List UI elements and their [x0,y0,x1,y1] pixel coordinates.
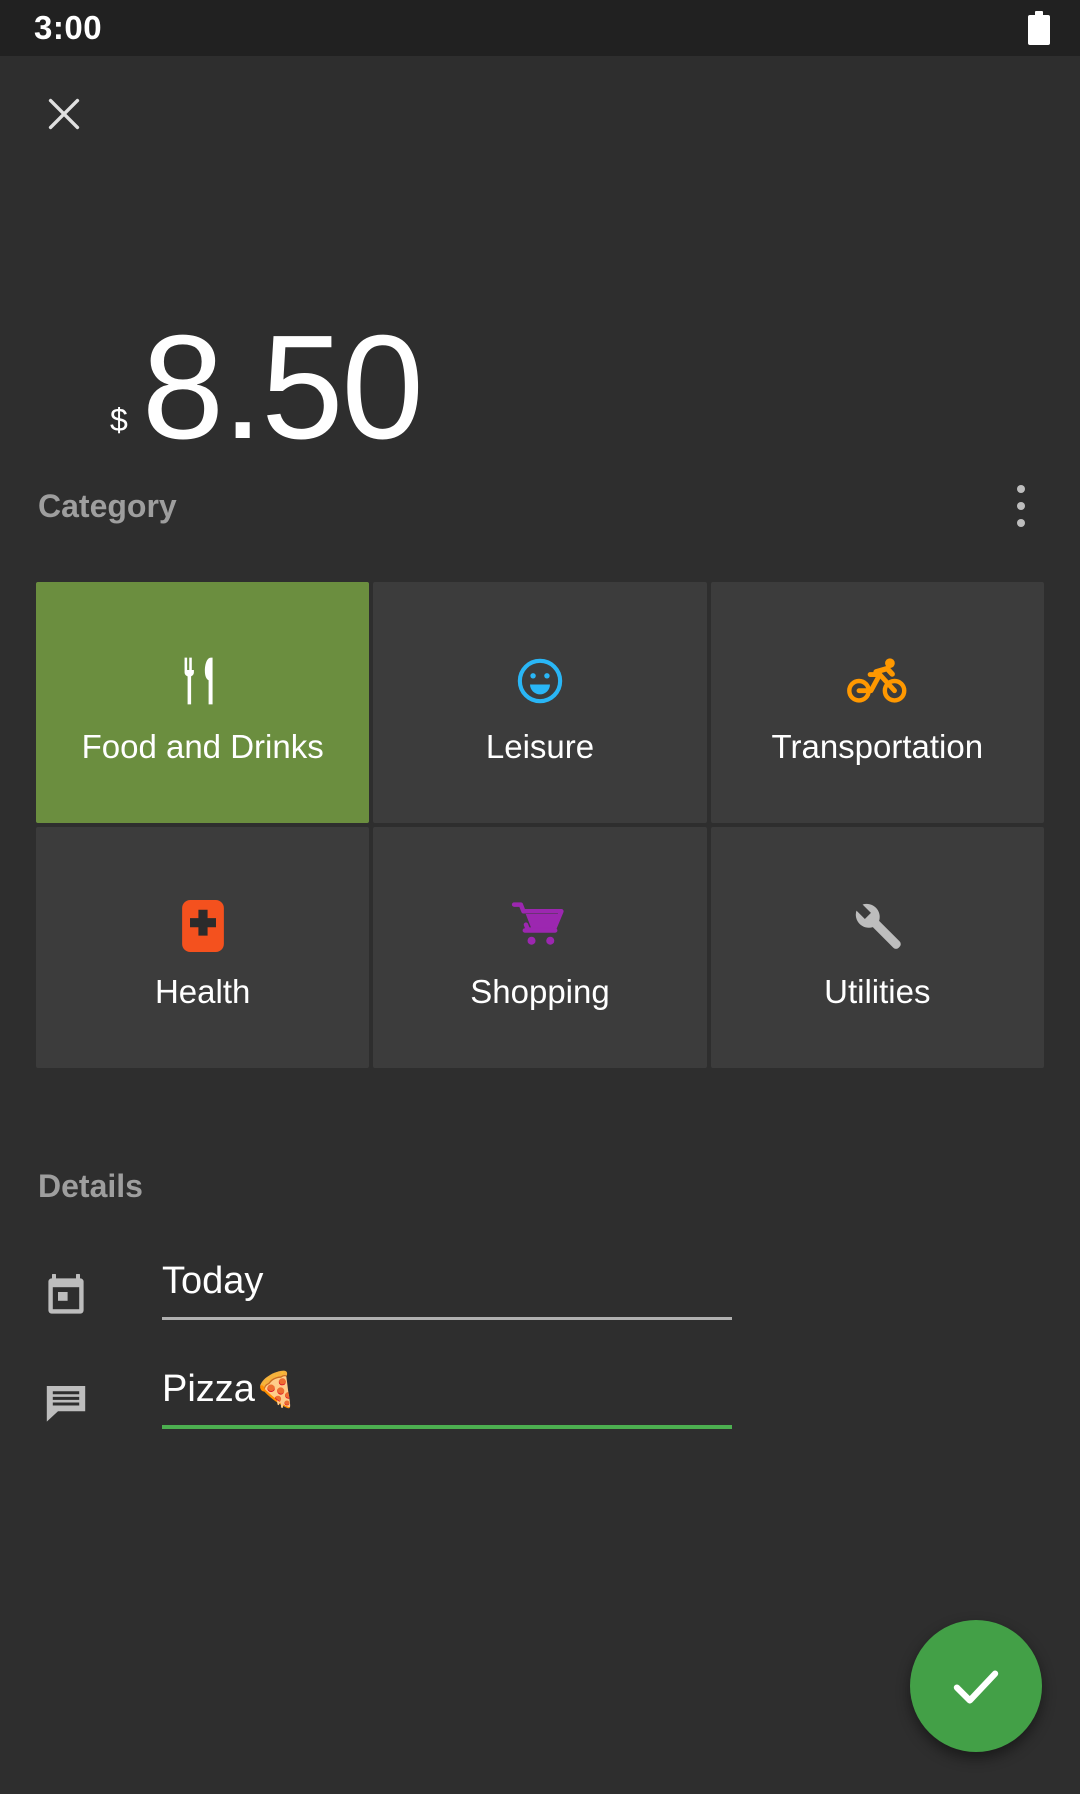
shopping-cart-icon [511,884,569,968]
details-section-title: Details [38,1167,143,1204]
currency-symbol: $ [110,402,128,438]
smiley-face-icon [514,639,566,723]
category-tile-food-and-drinks[interactable]: Food and Drinks [36,582,370,823]
category-tile-label: Health [154,973,251,1011]
category-grid: Food and Drinks Leisure Transportation H… [36,582,1044,1068]
category-section-header: Category [0,476,1080,536]
category-tile-shopping[interactable]: Shopping [373,827,707,1068]
category-section-title: Category [38,487,177,524]
category-tile-label: Leisure [485,728,595,766]
date-field-value: Today [162,1260,264,1302]
date-field[interactable]: Today [162,1260,732,1320]
category-tile-leisure[interactable]: Leisure [373,582,707,823]
category-tile-label: Shopping [470,973,610,1011]
date-field-underline [162,1317,732,1320]
note-field-value: Pizza🍕 [162,1368,732,1425]
more-vertical-icon[interactable] [996,471,1046,541]
wrench-icon [849,884,905,968]
pizza-emoji: 🍕 [254,1371,298,1409]
category-tile-label: Food and Drinks [81,728,324,766]
amount-display[interactable]: $ 8.50 [0,176,1080,476]
detail-row-date[interactable]: Today [0,1260,1080,1324]
note-field-text: Pizza [162,1368,255,1410]
detail-row-note[interactable]: Pizza🍕 [0,1368,1080,1432]
first-aid-icon [180,884,226,968]
details-section-header: Details [0,1156,1080,1216]
category-tile-label: Transportation [771,728,984,766]
bicycle-icon [847,639,907,723]
category-tile-label: Utilities [824,973,931,1011]
category-tile-transportation[interactable]: Transportation [710,582,1044,823]
note-field-underline [162,1425,732,1429]
note-icon [38,1376,94,1432]
close-icon[interactable] [36,86,92,142]
note-field[interactable]: Pizza🍕 [162,1368,732,1429]
amount-value: 8.50 [141,304,424,470]
app-top-bar [0,56,1080,176]
category-tile-health[interactable]: Health [36,827,370,1068]
status-bar: 3:00 [0,0,1080,56]
status-bar-clock: 3:00 [34,9,103,46]
check-icon [953,1670,999,1704]
restaurant-icon [175,639,231,723]
confirm-fab-button[interactable] [910,1620,1042,1752]
calendar-icon [38,1268,94,1324]
category-tile-utilities[interactable]: Utilities [710,827,1044,1068]
battery-full-icon [1028,11,1050,45]
